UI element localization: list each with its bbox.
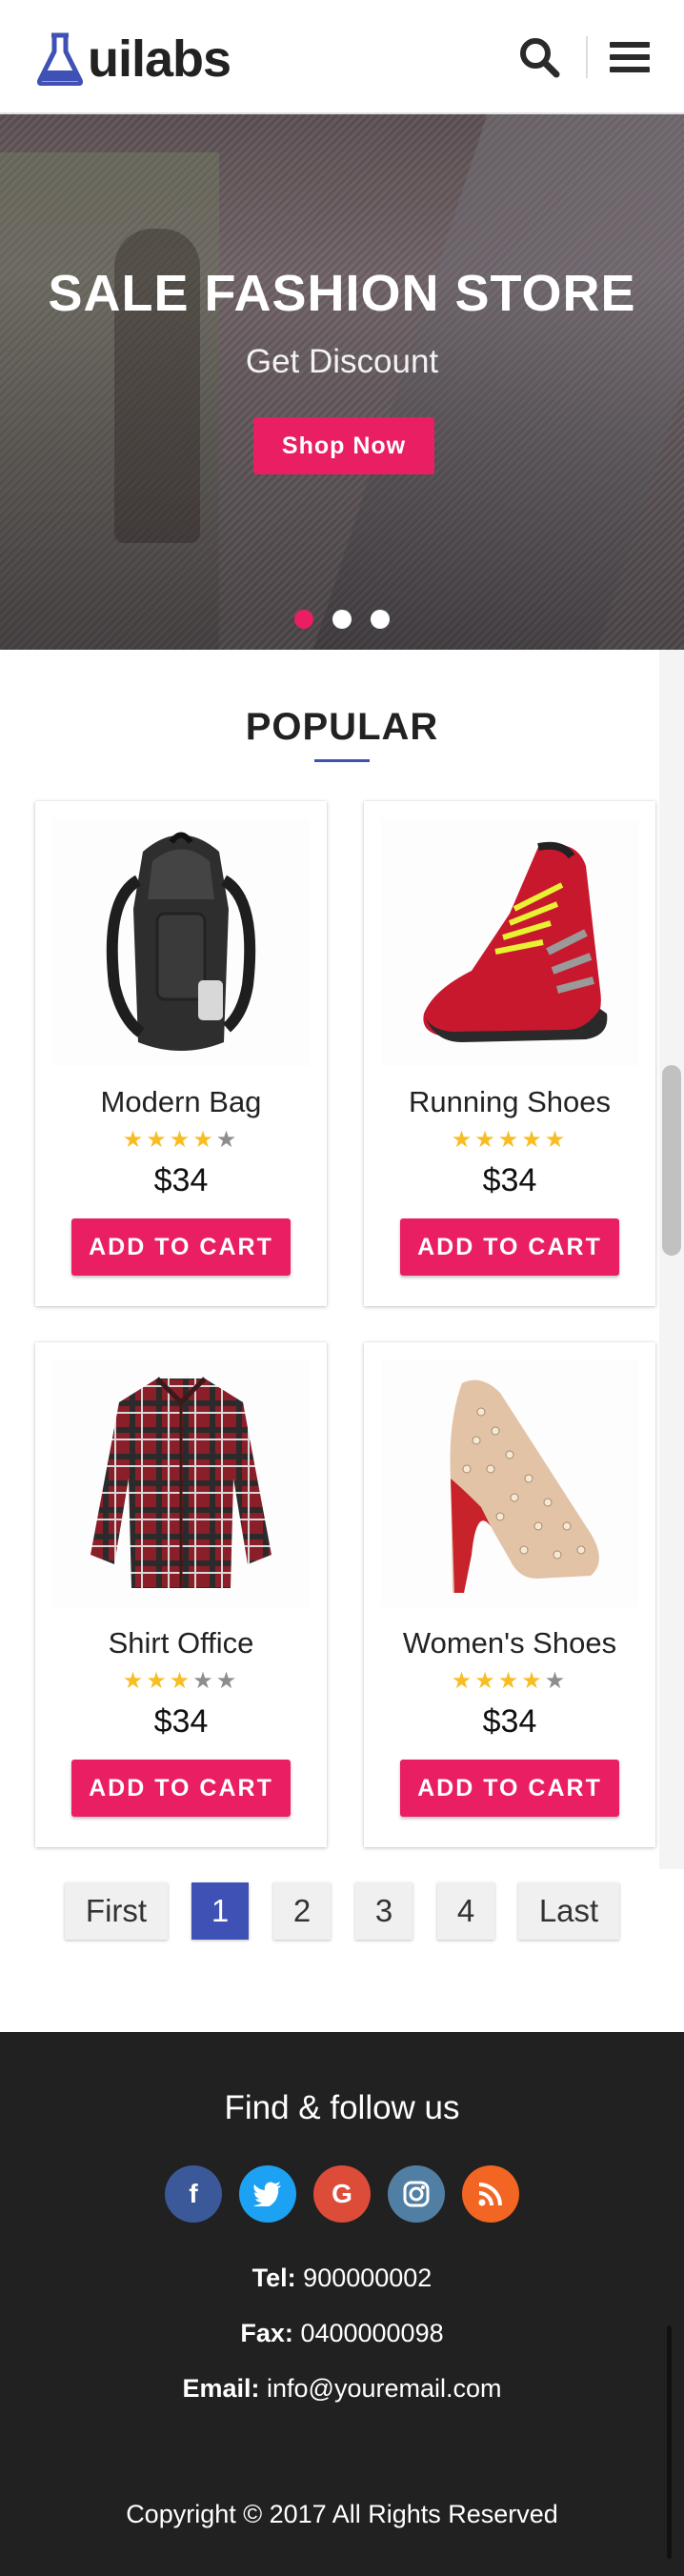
logo[interactable]: uilabs xyxy=(36,30,231,88)
social-links: f G xyxy=(0,2165,684,2223)
scrollbar-track[interactable] xyxy=(659,650,684,1869)
pagination-page-1[interactable]: 1 xyxy=(191,1882,249,1940)
instagram-icon[interactable] xyxy=(388,2165,445,2223)
product-price: $34 xyxy=(153,1703,209,1740)
slider-dot-3[interactable] xyxy=(371,610,390,629)
fax-value: 0400000098 xyxy=(300,2319,444,2347)
pagination-page-3[interactable]: 3 xyxy=(355,1882,412,1940)
high-heel-icon[interactable] xyxy=(381,1359,638,1607)
google-icon[interactable]: G xyxy=(313,2165,371,2223)
footer-title: Find & follow us xyxy=(224,2089,460,2126)
product-card[interactable]: Modern Bag ★★★★★ $34 ADD TO CART xyxy=(35,801,327,1306)
product-name[interactable]: Shirt Office xyxy=(35,1624,327,1662)
contact-fax: Fax: 0400000098 xyxy=(0,2316,684,2350)
product-card[interactable]: Running Shoes ★★★★★ $34 ADD TO CART xyxy=(364,801,655,1306)
pagination-page-4[interactable]: 4 xyxy=(437,1882,494,1940)
product-card[interactable]: Women's Shoes ★★★★★ $34 ADD TO CART xyxy=(364,1342,655,1847)
search-icon xyxy=(520,38,560,78)
product-name[interactable]: Running Shoes xyxy=(364,1083,655,1121)
tel-label: Tel: xyxy=(251,2264,296,2292)
copyright: Copyright © 2017 All Rights Reserved xyxy=(126,2500,558,2528)
rating-stars: ★★★★★ xyxy=(122,1127,240,1153)
scrollbar-thumb[interactable] xyxy=(662,1065,681,1256)
product-price: $34 xyxy=(482,1703,537,1740)
add-to-cart-button[interactable]: ADD TO CART xyxy=(71,1760,291,1817)
product-name[interactable]: Women's Shoes xyxy=(364,1624,655,1662)
popular-title: POPULAR xyxy=(245,706,439,748)
email-label: Email: xyxy=(182,2374,260,2403)
shop-now-button[interactable]: Shop Now xyxy=(253,417,434,474)
add-to-cart-button[interactable]: ADD TO CART xyxy=(400,1760,619,1817)
product-price: $34 xyxy=(153,1162,209,1198)
site-footer: Find & follow us f G Tel: 900000002 Fax:… xyxy=(0,2032,684,2576)
search-button[interactable] xyxy=(514,32,564,82)
footer-scrollbar[interactable] xyxy=(667,2325,672,2559)
slider-dots xyxy=(0,610,684,629)
menu-icon[interactable] xyxy=(610,32,659,82)
pagination: First 1 2 3 4 Last xyxy=(0,1882,684,1940)
facebook-icon[interactable]: f xyxy=(165,2165,222,2223)
pagination-first[interactable]: First xyxy=(65,1882,168,1940)
title-underline xyxy=(314,759,370,762)
shirt-icon[interactable] xyxy=(52,1359,310,1607)
slider-dot-1[interactable] xyxy=(294,610,313,629)
hero-subtitle: Get Discount xyxy=(245,343,439,380)
tel-value[interactable]: 900000002 xyxy=(303,2264,432,2292)
fax-label: Fax: xyxy=(240,2319,293,2347)
google-glyph: G xyxy=(332,2179,352,2208)
product-price: $34 xyxy=(482,1162,537,1198)
contact-tel: Tel: 900000002 xyxy=(0,2261,684,2295)
twitter-icon[interactable] xyxy=(239,2165,296,2223)
pagination-page-2[interactable]: 2 xyxy=(273,1882,331,1940)
twitter-glyph xyxy=(253,2182,281,2206)
product-name[interactable]: Modern Bag xyxy=(35,1083,327,1121)
instagram-glyph xyxy=(403,2181,430,2207)
contact-email: Email: info@youremail.com xyxy=(0,2371,684,2405)
header-divider xyxy=(586,36,588,78)
pagination-last[interactable]: Last xyxy=(518,1882,619,1940)
product-card[interactable]: Shirt Office ★★★★★ $34 ADD TO CART xyxy=(35,1342,327,1847)
email-value[interactable]: info@youremail.com xyxy=(267,2374,502,2403)
site-header: uilabs xyxy=(0,0,684,114)
flask-icon xyxy=(36,32,84,86)
sneaker-icon[interactable] xyxy=(381,818,638,1066)
add-to-cart-button[interactable]: ADD TO CART xyxy=(400,1218,619,1276)
rating-stars: ★★★★★ xyxy=(122,1668,240,1694)
rating-stars: ★★★★★ xyxy=(451,1668,569,1694)
rss-icon[interactable] xyxy=(462,2165,519,2223)
slider-dot-2[interactable] xyxy=(332,610,352,629)
rss-glyph xyxy=(478,2183,502,2206)
hero-title: SALE FASHION STORE xyxy=(48,265,636,322)
hero-slider: SALE FASHION STORE Get Discount Shop Now xyxy=(0,114,684,650)
rating-stars: ★★★★★ xyxy=(451,1127,569,1153)
logo-text: uilabs xyxy=(88,30,231,88)
backpack-icon[interactable] xyxy=(52,818,310,1066)
facebook-glyph: f xyxy=(189,2179,198,2208)
add-to-cart-button[interactable]: ADD TO CART xyxy=(71,1218,291,1276)
